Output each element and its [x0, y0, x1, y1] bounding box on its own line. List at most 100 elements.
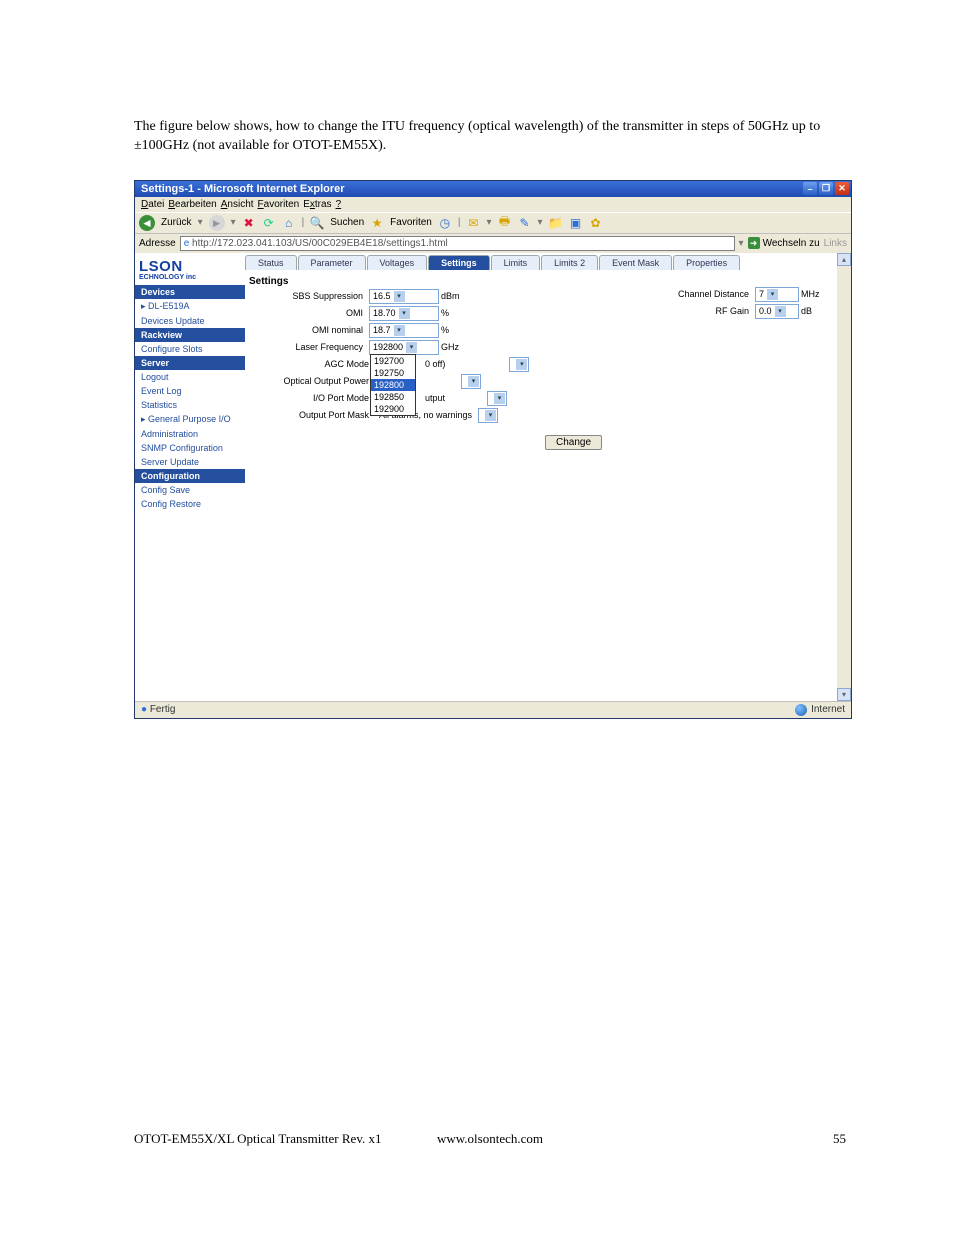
label-sbs: SBS Suppression — [257, 291, 369, 301]
back-label[interactable]: Zurück — [161, 217, 192, 228]
refresh-icon[interactable]: ⟳ — [262, 216, 276, 230]
select-output-port-mask[interactable]: ▾ — [478, 408, 498, 423]
favorites-label[interactable]: Favoriten — [390, 217, 432, 228]
back-dropdown-icon[interactable]: ▾ — [198, 217, 203, 228]
chevron-down-icon: ▾ — [485, 410, 496, 421]
sidebar: LSON ECHNOLOGY inc Devices DL-E519A Devi… — [135, 253, 245, 701]
select-omi-nominal[interactable]: 18.7▾ — [369, 323, 439, 338]
sidebar-item-administration[interactable]: Administration — [135, 427, 245, 441]
dropdown-option[interactable]: 192750 — [371, 367, 415, 379]
dropdown-option[interactable]: 192800 — [371, 379, 415, 391]
go-button[interactable]: ➜ Wechseln zu — [748, 237, 820, 249]
tab-settings[interactable]: Settings — [428, 255, 490, 270]
favorites-star-icon[interactable]: ★ — [370, 216, 384, 230]
select-sbs[interactable]: 16.5▾ — [369, 289, 439, 304]
menu-edit[interactable]: Bearbeiten — [168, 199, 216, 210]
sidebar-section-devices: Devices — [135, 285, 245, 299]
tab-event-mask[interactable]: Event Mask — [599, 255, 672, 270]
sidebar-item-config-restore[interactable]: Config Restore — [135, 497, 245, 511]
chevron-down-icon: ▾ — [394, 325, 405, 336]
scroll-up-icon[interactable]: ▴ — [837, 253, 851, 266]
intro-paragraph: The figure below shows, how to change th… — [134, 118, 846, 156]
edit-icon[interactable]: ✎ — [517, 216, 531, 230]
tool-a-icon[interactable]: ▣ — [569, 216, 583, 230]
select-rf-gain[interactable]: 0.0▾ — [755, 304, 799, 319]
tab-voltages[interactable]: Voltages — [367, 255, 428, 270]
sidebar-item-statistics[interactable]: Statistics — [135, 398, 245, 412]
minimize-button[interactable]: – — [803, 182, 817, 195]
chevron-down-icon: ▾ — [775, 306, 786, 317]
select-optical-output-power[interactable]: ▾ — [461, 374, 481, 389]
sidebar-item-logout[interactable]: Logout — [135, 370, 245, 384]
status-bar: ● Fertig Internet — [135, 701, 851, 718]
status-right-text: Internet — [811, 704, 845, 715]
sidebar-item-configure-slots[interactable]: Configure Slots — [135, 342, 245, 356]
unit-omi: % — [439, 308, 479, 318]
sidebar-item-snmp[interactable]: SNMP Configuration — [135, 441, 245, 455]
tab-status[interactable]: Status — [245, 255, 297, 270]
folder-icon[interactable]: 📁 — [549, 216, 563, 230]
label-rf-gain: RF Gain — [663, 306, 755, 316]
sidebar-item-config-save[interactable]: Config Save — [135, 483, 245, 497]
select-agc-mode[interactable]: ▾ — [509, 357, 529, 372]
mail-icon[interactable]: ✉ — [466, 216, 480, 230]
maximize-button[interactable]: ❐ — [819, 182, 833, 195]
unit-omi-nominal: % — [439, 325, 479, 335]
menu-tools[interactable]: Extras — [303, 199, 331, 210]
label-agc-mode: AGC Mode — [257, 359, 375, 369]
sidebar-item-event-log[interactable]: Event Log — [135, 384, 245, 398]
menu-view[interactable]: Ansicht — [221, 199, 254, 210]
home-icon[interactable]: ⌂ — [282, 216, 296, 230]
print-icon[interactable]: 🖶 — [497, 216, 511, 230]
scroll-down-icon[interactable]: ▾ — [837, 688, 851, 701]
dropdown-option[interactable]: 192900 — [371, 403, 415, 415]
label-laser-freq: Laser Frequency — [257, 342, 369, 352]
done-icon: ● — [141, 704, 147, 715]
links-label: Links — [824, 238, 847, 249]
sidebar-item-gpio[interactable]: General Purpose I/O — [135, 412, 245, 427]
window-title: Settings-1 - Microsoft Internet Explorer — [141, 183, 345, 195]
status-left-text: Fertig — [150, 704, 176, 715]
dropdown-option[interactable]: 192700 — [371, 355, 415, 367]
select-laser-freq[interactable]: 192800▾ 192700 192750 192800 192850 1929… — [369, 340, 439, 355]
menu-help[interactable]: ? — [336, 199, 342, 210]
menu-file[interactable]: DDateiatei — [141, 199, 164, 210]
stop-icon[interactable]: ✖ — [242, 216, 256, 230]
brand-logo: LSON ECHNOLOGY inc — [135, 255, 245, 285]
tab-limits2[interactable]: Limits 2 — [541, 255, 598, 270]
ie-page-icon: e — [184, 238, 190, 249]
sidebar-item-server-update[interactable]: Server Update — [135, 455, 245, 469]
menu-bar: DDateiatei Bearbeiten Ansicht Favoriten … — [135, 197, 851, 212]
content-area: ▴ ▾ LSON ECHNOLOGY inc Devices DL-E519A … — [135, 253, 851, 701]
select-channel-distance[interactable]: 7▾ — [755, 287, 799, 302]
sidebar-item-devices-update[interactable]: Devices Update — [135, 314, 245, 328]
tab-properties[interactable]: Properties — [673, 255, 740, 270]
tool-b-icon[interactable]: ✿ — [589, 216, 603, 230]
chevron-down-icon: ▾ — [399, 308, 410, 319]
tab-parameter[interactable]: Parameter — [298, 255, 366, 270]
footer-left: OTOT-EM55X/XL Optical Transmitter Rev. x… — [134, 1131, 381, 1147]
address-input[interactable]: e http://172.023.041.103/US/00C029EB4E18… — [180, 236, 735, 251]
history-icon[interactable]: ◷ — [438, 216, 452, 230]
label-output-port-mask: Output Port Mask — [257, 410, 375, 420]
select-omi[interactable]: 18.70▾ — [369, 306, 439, 321]
tab-limits[interactable]: Limits — [491, 255, 541, 270]
chevron-down-icon: ▾ — [468, 376, 479, 387]
back-icon[interactable]: ◄ — [139, 215, 155, 231]
change-button[interactable]: Change — [545, 435, 602, 450]
sidebar-section-rackview[interactable]: Rackview — [135, 328, 245, 342]
main-panel: Status Parameter Voltages Settings Limit… — [245, 253, 837, 701]
address-label: Adresse — [139, 238, 176, 249]
forward-icon: ► — [209, 215, 225, 231]
sidebar-item-active-device[interactable]: DL-E519A — [135, 299, 245, 314]
tabs-row: Status Parameter Voltages Settings Limit… — [245, 255, 837, 270]
menu-favorites[interactable]: Favoriten — [258, 199, 300, 210]
search-label[interactable]: Suchen — [330, 217, 364, 228]
search-icon[interactable]: 🔍 — [310, 216, 324, 230]
label-channel-distance: Channel Distance — [663, 289, 755, 299]
close-button[interactable]: ✕ — [835, 182, 849, 195]
address-dropdown-icon[interactable]: ▾ — [739, 238, 744, 249]
unit-sbs: dBm — [439, 291, 479, 301]
dropdown-option[interactable]: 192850 — [371, 391, 415, 403]
select-io-port-mode[interactable]: ▾ — [487, 391, 507, 406]
